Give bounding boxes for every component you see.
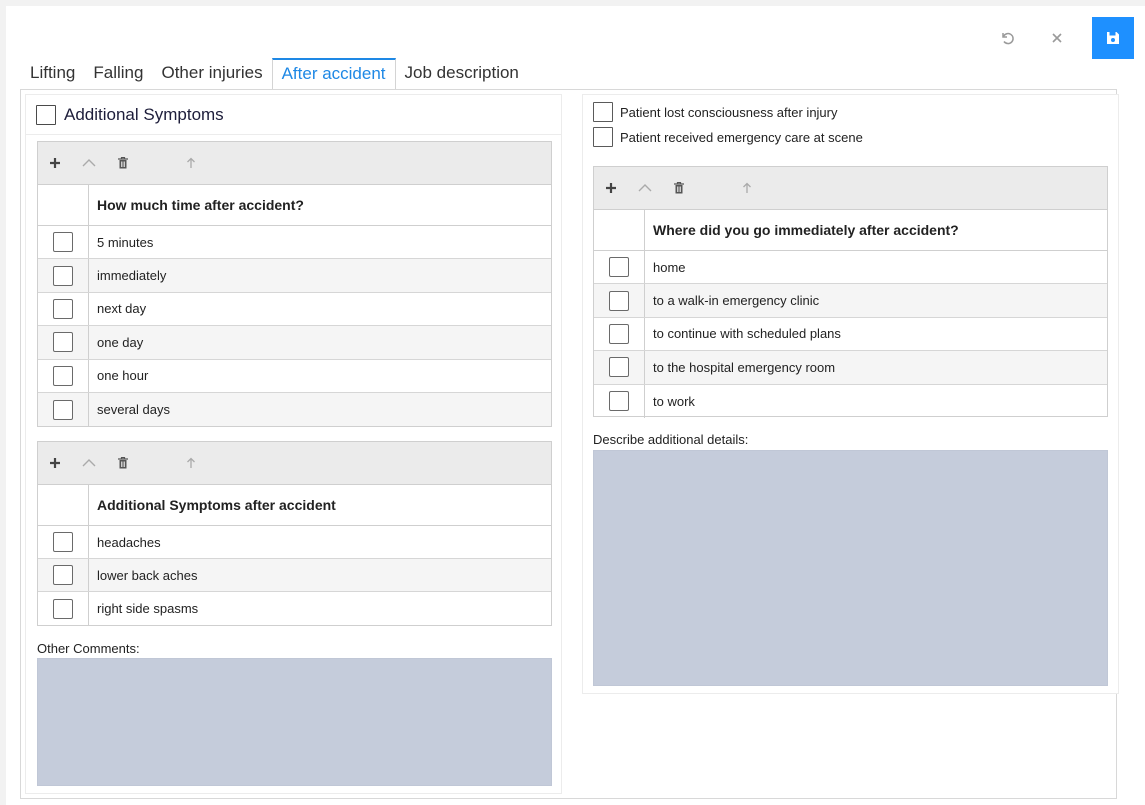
chevron-up-icon[interactable] (80, 154, 98, 172)
grid-toolbar (38, 142, 551, 185)
additional-symptoms-header: Additional Symptoms (26, 95, 561, 135)
table-row: one hour (38, 359, 551, 393)
chevron-up-icon[interactable] (636, 179, 654, 197)
row-label: one day (97, 334, 144, 350)
grid-toolbar (594, 167, 1107, 210)
add-icon[interactable] (46, 454, 64, 472)
table-row: home (594, 251, 1107, 285)
emergency-care-label: Patient received emergency care at scene (620, 129, 863, 145)
save-button[interactable] (1092, 17, 1134, 59)
row-label: to work (653, 393, 695, 409)
close-button[interactable] (1036, 17, 1078, 59)
row-label: to the hospital emergency room (653, 359, 836, 375)
column-header: Additional Symptoms after accident (97, 497, 336, 513)
other-comments-textarea[interactable] (37, 658, 552, 786)
undo-button[interactable] (986, 17, 1028, 59)
add-icon[interactable] (602, 179, 620, 197)
arrow-up-icon[interactable] (182, 454, 200, 472)
row-label: immediately (97, 268, 167, 284)
table-row: one day (38, 326, 551, 360)
close-icon (1052, 33, 1062, 43)
emergency-care-option[interactable]: Patient received emergency care at scene (593, 127, 863, 147)
row-label: lower back aches (97, 567, 198, 583)
grid-header: Additional Symptoms after accident (38, 485, 551, 526)
editor-window: Lifting Falling Other injuries After acc… (6, 6, 1145, 805)
right-panel: Patient lost consciousness after injury … (582, 94, 1119, 694)
grid-toolbar (38, 442, 551, 485)
row-label: to a walk-in emergency clinic (653, 293, 820, 309)
row-checkbox[interactable] (609, 357, 629, 378)
where-after-accident-grid: Where did you go immediately after accid… (593, 166, 1108, 418)
tab-after-accident[interactable]: After accident (271, 58, 396, 91)
table-row: lower back aches (38, 559, 551, 592)
row-label: several days (97, 402, 170, 418)
row-label: one hour (97, 368, 149, 384)
table-row: next day (38, 292, 551, 327)
time-after-accident-grid: How much time after accident? 5 minutes … (37, 141, 552, 427)
emergency-care-checkbox[interactable] (593, 127, 613, 147)
table-row: right side spasms (38, 592, 551, 625)
table-row: to continue with scheduled plans (594, 317, 1107, 352)
other-comments-label: Other Comments: (37, 641, 140, 656)
row-checkbox[interactable] (609, 257, 629, 278)
lost-consciousness-label: Patient lost consciousness after injury (620, 104, 838, 120)
row-label: next day (97, 301, 147, 317)
row-label: headaches (97, 534, 161, 550)
trash-icon[interactable] (670, 179, 688, 197)
arrow-up-icon[interactable] (738, 179, 756, 197)
column-header: Where did you go immediately after accid… (653, 222, 959, 238)
chevron-up-icon[interactable] (80, 454, 98, 472)
additional-details-textarea[interactable] (593, 450, 1108, 686)
row-checkbox[interactable] (53, 532, 73, 552)
grid-header: How much time after accident? (38, 185, 551, 226)
table-row: several days (38, 392, 551, 427)
tab-falling[interactable]: Falling (84, 58, 152, 90)
table-row: headaches (38, 526, 551, 559)
row-checkbox[interactable] (53, 298, 73, 319)
additional-details-label: Describe additional details: (593, 432, 749, 447)
row-label: 5 minutes (97, 234, 154, 250)
row-checkbox[interactable] (53, 565, 73, 585)
column-header: How much time after accident? (97, 197, 304, 213)
lost-consciousness-option[interactable]: Patient lost consciousness after injury (593, 102, 838, 122)
row-checkbox[interactable] (53, 332, 73, 353)
row-checkbox[interactable] (53, 598, 73, 619)
row-label: right side spasms (97, 601, 199, 616)
row-checkbox[interactable] (53, 365, 73, 386)
lost-consciousness-checkbox[interactable] (593, 102, 613, 122)
table-row: 5 minutes (38, 226, 551, 260)
arrow-up-icon[interactable] (182, 154, 200, 172)
additional-symptoms-checkbox[interactable] (36, 104, 56, 125)
tab-content: Additional Symptoms How much time after … (20, 89, 1119, 799)
section-title: Additional Symptoms (64, 104, 224, 124)
trash-icon[interactable] (114, 154, 132, 172)
row-checkbox[interactable] (609, 323, 629, 344)
tab-bar: Lifting Falling Other injuries After acc… (21, 52, 528, 91)
table-row: to the hospital emergency room (594, 351, 1107, 385)
symptoms-after-accident-grid: Additional Symptoms after accident heada… (37, 441, 552, 626)
undo-icon (1002, 32, 1014, 45)
row-checkbox[interactable] (609, 290, 629, 311)
tab-other-injuries[interactable]: Other injuries (152, 58, 271, 90)
table-row: immediately (38, 259, 551, 293)
row-checkbox[interactable] (609, 391, 629, 412)
table-row: to work (594, 384, 1107, 418)
add-icon[interactable] (46, 154, 64, 172)
row-checkbox[interactable] (53, 399, 73, 420)
table-row: to a walk-in emergency clinic (594, 284, 1107, 318)
row-checkbox[interactable] (53, 232, 73, 253)
left-panel: Additional Symptoms How much time after … (25, 94, 562, 794)
row-label: to continue with scheduled plans (653, 326, 841, 342)
tab-lifting[interactable]: Lifting (21, 58, 84, 90)
grid-header: Where did you go immediately after accid… (594, 210, 1107, 251)
row-checkbox[interactable] (53, 265, 73, 286)
save-icon (1107, 32, 1119, 44)
tab-job-description[interactable]: Job description (396, 58, 528, 90)
trash-icon[interactable] (114, 454, 132, 472)
row-label: home (653, 259, 686, 275)
